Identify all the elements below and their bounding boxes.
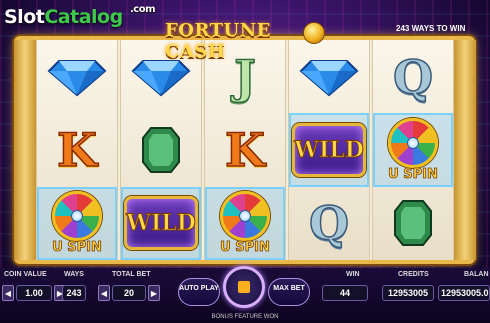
symbol-cell xyxy=(373,187,453,260)
credits-display: 12953005 xyxy=(382,285,434,301)
u-spin-label: U SPIN xyxy=(220,240,271,256)
total-bet-label: TOTAL BET xyxy=(112,271,151,278)
symbol-cell: WILD xyxy=(121,186,201,260)
symbol-cell: U SPIN xyxy=(37,186,117,260)
reel-2: WILD xyxy=(120,40,202,260)
u-spin-symbol: U SPIN xyxy=(210,191,280,256)
green-emerald-icon xyxy=(394,200,432,247)
letter-q-symbol: Q xyxy=(392,49,434,104)
win-label: WIN xyxy=(346,271,360,278)
win-display: 44 xyxy=(322,285,368,301)
left-pillar xyxy=(14,40,36,260)
letter-q-symbol: Q xyxy=(308,196,350,251)
letter-k-symbol: K xyxy=(224,122,265,177)
wild-label: WILD xyxy=(126,210,197,237)
coin-icon xyxy=(303,22,325,44)
letter-j-symbol: J xyxy=(233,49,256,104)
total-bet-increase-button[interactable]: ▶ xyxy=(148,285,160,301)
game-title: FORTUNE CASH xyxy=(165,20,271,62)
watermark-suffix: Catalog xyxy=(44,6,123,28)
reel-4: WILD Q xyxy=(288,40,370,260)
letter-k-symbol: K xyxy=(56,122,97,177)
ways-label: WAYS xyxy=(64,271,84,278)
bonus-status-text: BONUS FEATURE WON xyxy=(211,314,279,320)
symbol-cell: Q xyxy=(289,187,369,260)
wild-symbol: WILD xyxy=(124,196,198,251)
blue-diamond-icon xyxy=(47,59,107,96)
wild-symbol: WILD xyxy=(292,122,366,177)
blue-diamond-icon xyxy=(131,59,191,96)
watermark-logo: SlotCatalog .com xyxy=(4,4,156,28)
reel-grid: KU SPIN WILD J K U SPIN WILD Q Q U SPIN xyxy=(36,40,454,260)
symbol-cell xyxy=(289,40,369,113)
wheel-hub xyxy=(407,136,419,149)
symbol-cell: WILD xyxy=(289,113,369,187)
ways-display: 243 xyxy=(62,285,86,301)
u-spin-symbol: U SPIN xyxy=(42,191,112,256)
symbol-cell: K xyxy=(37,113,117,186)
reel-5: Q U SPIN xyxy=(372,40,454,260)
max-bet-button[interactable]: MAX BET xyxy=(268,278,310,306)
ways-banner: 243 WAYS TO WIN xyxy=(396,24,466,33)
symbol-cell: U SPIN xyxy=(205,186,285,260)
total-bet-display: 20 xyxy=(112,285,146,301)
coin-value-display: 1.00 xyxy=(16,285,52,301)
green-emerald-icon xyxy=(142,126,180,173)
wild-label: WILD xyxy=(294,136,365,163)
symbol-cell xyxy=(121,113,201,186)
balance-display: 12953005.0 xyxy=(438,285,490,301)
u-spin-symbol: U SPIN xyxy=(378,117,448,183)
watermark-prefix: Slot xyxy=(4,6,45,28)
u-spin-label: U SPIN xyxy=(52,240,103,256)
coin-value-decrease-button[interactable]: ◀ xyxy=(2,285,14,301)
symbol-cell xyxy=(37,40,117,113)
autoplay-button[interactable]: AUTO PLAY xyxy=(178,278,220,306)
blue-diamond-icon xyxy=(299,59,359,96)
spin-button[interactable] xyxy=(223,266,265,308)
u-spin-label: U SPIN xyxy=(388,166,439,183)
right-pillar xyxy=(454,40,476,260)
watermark-domain: .com xyxy=(130,4,156,15)
credits-label: CREDITS xyxy=(398,271,429,278)
total-bet-decrease-button[interactable]: ◀ xyxy=(98,285,110,301)
symbol-cell: U SPIN xyxy=(373,113,453,187)
balance-label: BALAN xyxy=(464,271,489,278)
stop-icon xyxy=(238,281,250,293)
symbol-cell: Q xyxy=(373,40,453,113)
symbol-cell: K xyxy=(205,113,285,186)
coin-value-label: COIN VALUE xyxy=(4,271,47,278)
reel-1: K U SPIN xyxy=(36,40,118,260)
reel-3: JK U SPIN xyxy=(204,40,286,260)
